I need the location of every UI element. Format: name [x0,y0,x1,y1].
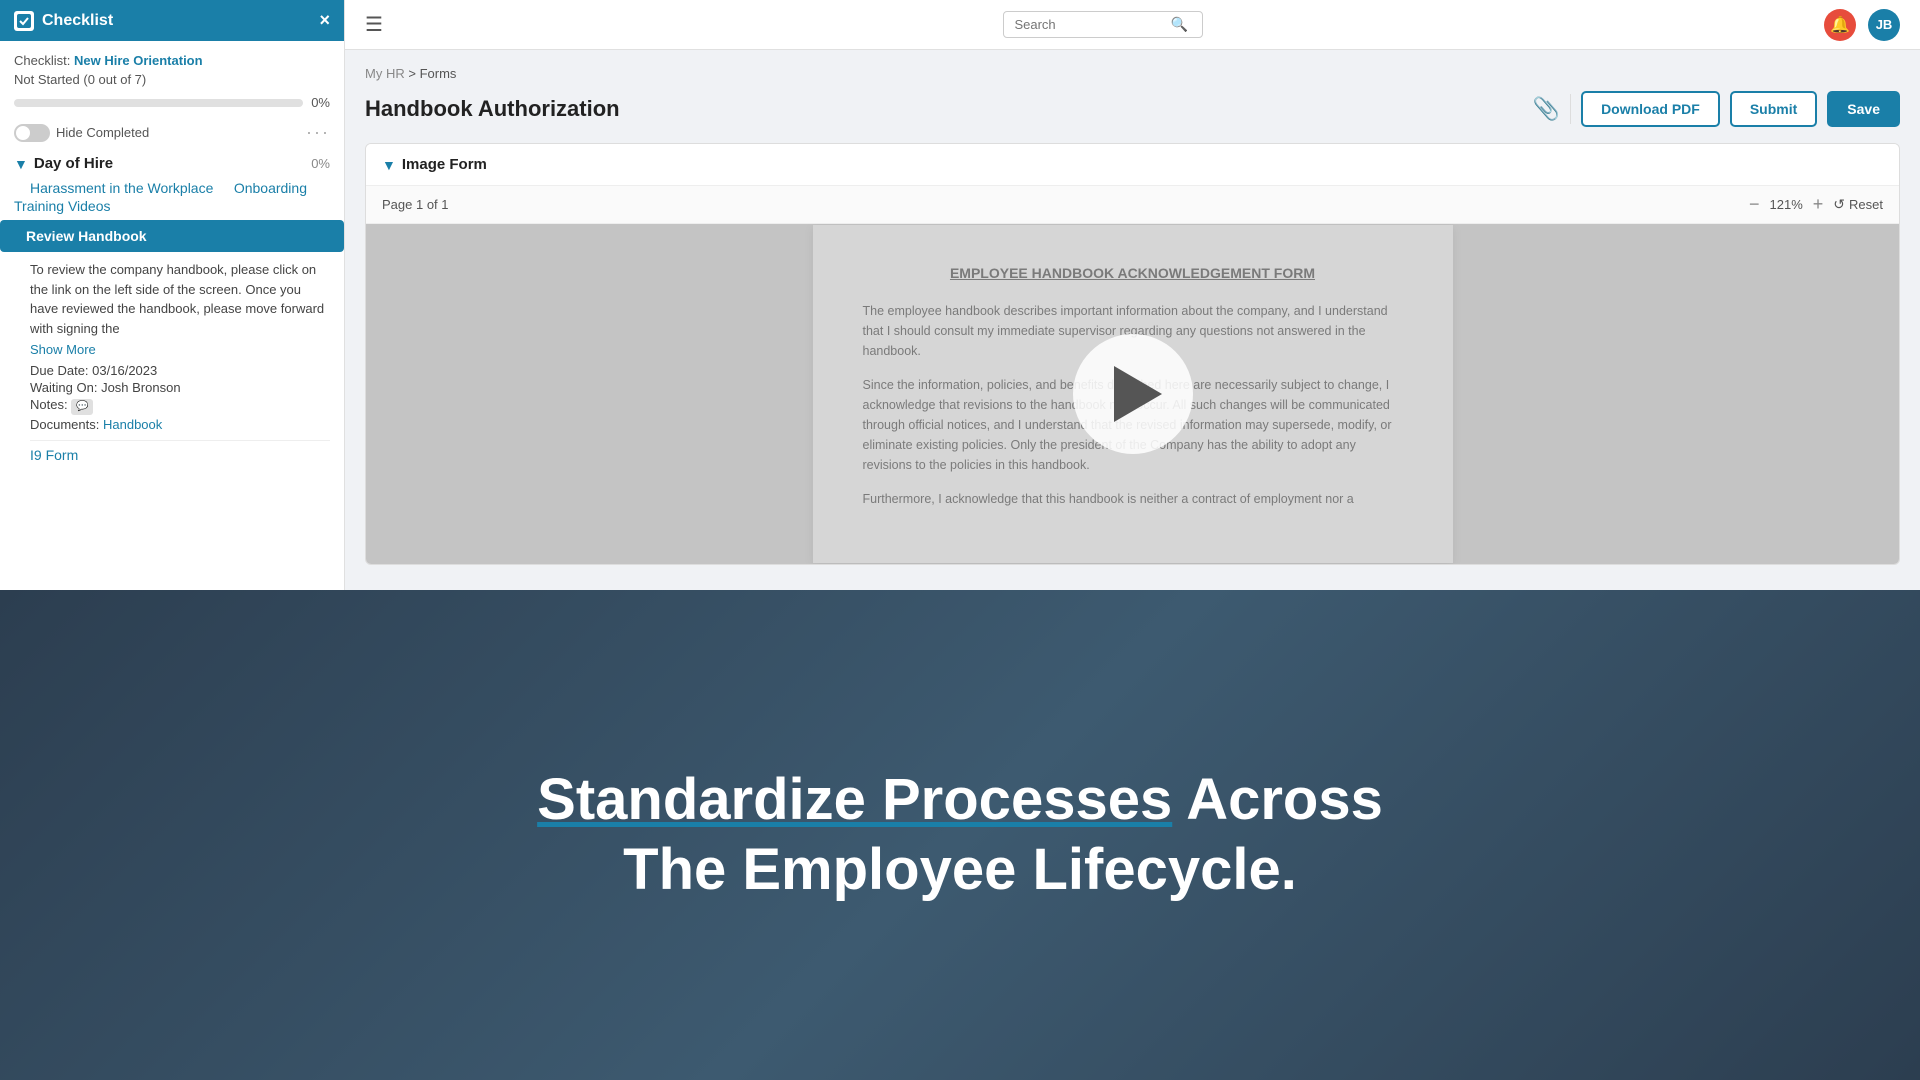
task-notes: Notes: 💬 [30,397,330,415]
hide-completed-label: Hide Completed [56,125,149,140]
sidebar-header-left: Checklist [14,11,113,31]
progress-row: 0% [14,95,330,110]
sidebar-close-icon[interactable]: × [319,10,330,31]
progress-bar-background [14,99,303,107]
page-title: Handbook Authorization [365,96,620,122]
task-waiting-on: Waiting On: Josh Bronson [30,380,330,395]
promo-highlight: Standardize Processes [537,767,1172,832]
checklist-meta: Checklist: New Hire Orientation [14,53,330,68]
play-triangle-icon [1114,366,1162,422]
hamburger-icon[interactable]: ☰ [365,12,383,37]
checklist-item-review-handbook[interactable]: Review Handbook [0,220,344,252]
form-toolbar: Page 1 of 1 − 121% + ↺ Reset [366,186,1899,224]
submit-button[interactable]: Submit [1730,91,1817,127]
download-pdf-button[interactable]: Download PDF [1581,91,1720,127]
form-card: ▼ Image Form Page 1 of 1 − 121% + ↺ Rese… [365,143,1900,565]
section-header: ▼ Day of Hire 0% [14,155,330,172]
attach-icon[interactable]: 📎 [1533,96,1560,122]
promo-text: Standardize Processes Across The Employe… [537,765,1383,904]
form-card-header: ▼ Image Form [366,144,1899,186]
content-area: My HR > Forms Handbook Authorization 📎 D… [345,50,1920,590]
sidebar: Checklist × Checklist: New Hire Orientat… [0,0,345,590]
form-body: EMPLOYEE HANDBOOK ACKNOWLEDGEMENT FORM T… [366,224,1899,564]
section-percent: 0% [311,156,330,171]
breadcrumb-current: Forms [420,66,457,81]
promo-section: Standardize Processes Across The Employe… [0,590,1920,1080]
search-icon: 🔍 [1170,16,1187,33]
notification-button[interactable]: 🔔 [1824,9,1856,41]
zoom-in-button[interactable]: + [1813,194,1824,215]
form-chevron-icon[interactable]: ▼ [382,157,396,173]
section-title: Day of Hire [34,155,113,172]
breadcrumb-parent[interactable]: My HR [365,66,405,81]
zoom-out-button[interactable]: − [1749,194,1760,215]
form-card-label: Image Form [402,156,487,173]
top-bar-right: 🔔 JB [1824,9,1900,41]
breadcrumb-separator: > [408,66,416,81]
reset-button[interactable]: ↺ Reset [1833,196,1883,213]
task-description: To review the company handbook, please c… [30,260,330,338]
promo-line1-suffix: Across [1186,767,1383,832]
more-options-button[interactable]: ··· [306,122,330,143]
zoom-level: 121% [1770,197,1803,212]
hide-completed-toggle[interactable] [14,124,50,142]
zoom-controls: − 121% + ↺ Reset [1749,194,1883,215]
form-card-header-left: ▼ Image Form [382,156,487,173]
hide-completed-row: Hide Completed ··· [14,122,330,143]
search-box[interactable]: 🔍 [1003,11,1203,38]
video-overlay[interactable] [366,224,1899,564]
play-button[interactable] [1073,334,1193,454]
sidebar-header: Checklist × [0,0,344,41]
save-button[interactable]: Save [1827,91,1900,127]
section-chevron-icon[interactable]: ▼ [14,156,28,172]
task-due-date: Due Date: 03/16/2023 [30,363,330,378]
show-more-link[interactable]: Show More [30,342,330,357]
header-actions: 📎 Download PDF Submit Save [1533,91,1900,127]
breadcrumb: My HR > Forms [365,66,1900,81]
page-header: Handbook Authorization 📎 Download PDF Su… [365,91,1900,127]
section-header-left: ▼ Day of Hire [14,155,113,172]
avatar-button[interactable]: JB [1868,9,1900,41]
notes-icon[interactable]: 💬 [71,399,93,415]
action-divider [1570,94,1571,124]
checklist-name: New Hire Orientation [74,53,203,68]
hide-completed-toggle-wrap[interactable]: Hide Completed [14,124,149,142]
task-documents: Documents: Handbook [30,417,330,432]
progress-percent: 0% [311,95,330,110]
top-bar: ☰ 🔍 🔔 JB [345,0,1920,50]
i9-form-link[interactable]: I9 Form [30,440,330,463]
page-info: Page 1 of 1 [382,197,449,212]
reset-icon: ↺ [1833,196,1845,213]
toggle-knob [16,126,30,140]
main-content: ☰ 🔍 🔔 JB My HR > Forms Handbook Authoriz… [345,0,1920,590]
promo-line2: The Employee Lifecycle. [623,837,1297,902]
sidebar-title: Checklist [42,12,113,30]
checklist-icon [14,11,34,31]
handbook-link[interactable]: Handbook [103,417,162,432]
checklist-status: Not Started (0 out of 7) [14,72,330,87]
search-input[interactable] [1014,17,1164,32]
sidebar-body: Checklist: New Hire Orientation Not Star… [0,41,344,590]
